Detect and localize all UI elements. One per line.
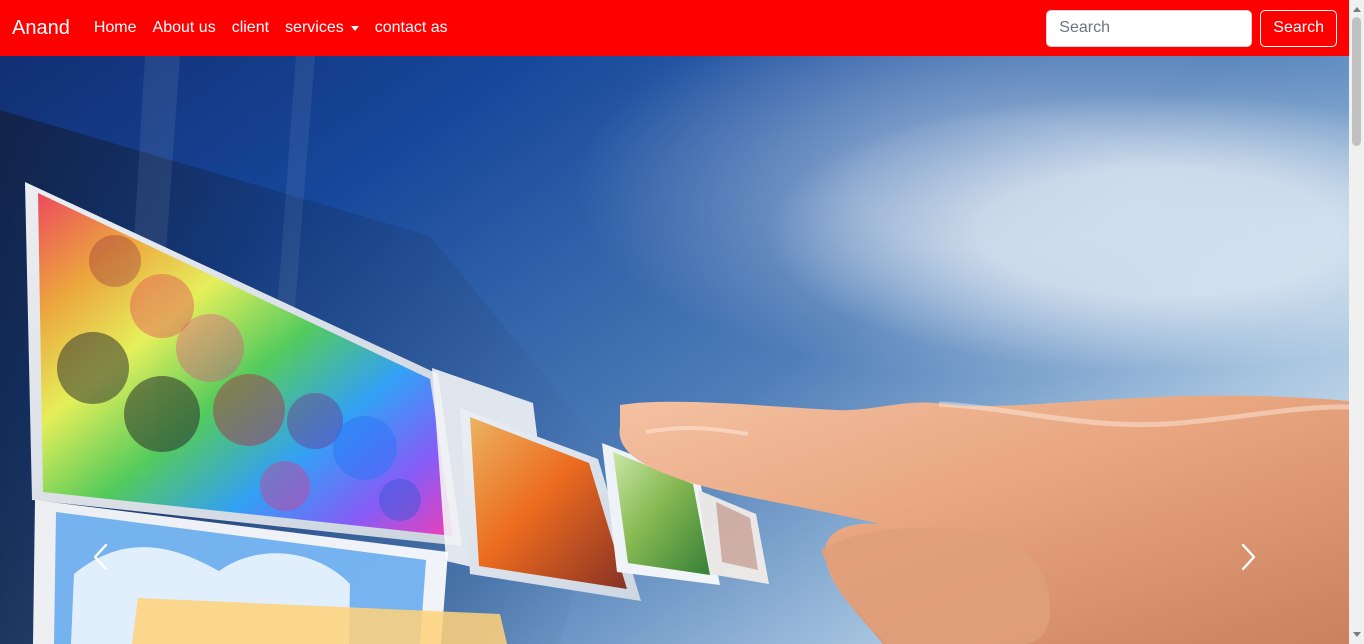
services-dropdown-link[interactable]: services: [285, 19, 359, 37]
carousel-previous-button[interactable]: [84, 530, 118, 584]
nav-item-client: client: [232, 19, 269, 37]
scroll-up-icon[interactable]: [1353, 7, 1361, 12]
vertical-scrollbar[interactable]: [1349, 0, 1364, 644]
hero-slide-image: [0, 56, 1349, 644]
chevron-left-icon: [93, 543, 108, 571]
carousel-next-button[interactable]: [1231, 530, 1265, 584]
nav-link-client[interactable]: client: [232, 19, 269, 37]
nav-link-home[interactable]: Home: [94, 19, 137, 37]
nav-item-home: Home: [94, 19, 137, 37]
hero-carousel: [0, 56, 1349, 644]
search-form: Search: [1046, 9, 1337, 47]
nav-item-contact: contact as: [375, 19, 448, 37]
nav-item-services: services: [285, 19, 359, 37]
webpage: Anand Home About us client services cont…: [0, 0, 1364, 644]
scrollbar-thumb[interactable]: [1352, 17, 1361, 146]
search-input[interactable]: [1046, 9, 1253, 47]
nav-item-about-us: About us: [153, 19, 216, 37]
navbar: Anand Home About us client services cont…: [0, 0, 1349, 56]
caret-down-icon: [350, 25, 359, 31]
nav-menu: Home About us client services contact as: [94, 19, 448, 37]
brand-link[interactable]: Anand: [12, 17, 70, 40]
scroll-down-icon[interactable]: [1353, 632, 1361, 637]
chevron-right-icon: [1241, 543, 1256, 571]
search-button[interactable]: Search: [1260, 9, 1337, 47]
services-label: services: [285, 19, 344, 36]
nav-link-about-us[interactable]: About us: [153, 19, 216, 37]
nav-link-contact[interactable]: contact as: [375, 19, 448, 37]
